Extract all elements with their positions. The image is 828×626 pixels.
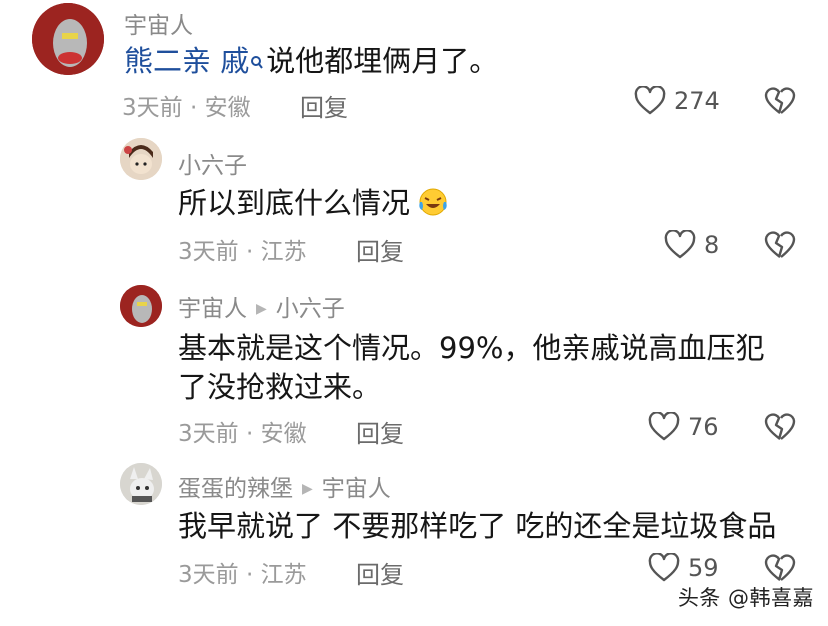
comment-meta: 3天前 · 江苏	[178, 239, 307, 265]
reply-button[interactable]: 回复	[356, 232, 404, 267]
comment-text: 我早就说了 不要那样吃了 吃的还全是垃圾食品	[178, 507, 776, 546]
dislike-button[interactable]	[764, 412, 796, 446]
like-count: 76	[688, 413, 719, 441]
heart-outline-icon	[648, 412, 680, 441]
watermark: 头条 @韩喜嘉	[677, 586, 814, 610]
reply-button[interactable]: 回复	[356, 555, 404, 590]
reply-button[interactable]: 回复	[356, 414, 404, 449]
dislike-button[interactable]	[764, 86, 796, 120]
like-count: 59	[688, 554, 719, 582]
comment-author: 宇宙人 ▶ 小六子	[178, 289, 345, 323]
mention-link[interactable]: 熊二亲 戚	[124, 44, 249, 78]
like-button[interactable]: 76	[648, 412, 719, 442]
comment-text: 所以到底什么情况	[178, 184, 450, 228]
comment-author-name[interactable]: 宇宙人	[178, 296, 247, 322]
comment-author-name[interactable]: 蛋蛋的辣堡	[178, 476, 293, 502]
broken-heart-icon	[764, 554, 796, 581]
comment-text-content: 所以到底什么情况	[178, 186, 411, 220]
reply-arrow-icon: ▶	[256, 301, 267, 317]
heart-outline-icon	[664, 230, 696, 259]
comment-meta: 3天前 · 安徽	[178, 421, 307, 447]
comment-text-content: 我早就说了 不要那样吃了 吃的还全是垃圾食品	[178, 509, 777, 543]
broken-heart-icon	[764, 231, 796, 258]
comment-author: 蛋蛋的辣堡 ▶ 宇宙人	[178, 469, 391, 503]
broken-heart-icon	[764, 87, 796, 114]
like-button[interactable]: 59	[648, 553, 719, 583]
heart-outline-icon	[648, 553, 680, 582]
avatar[interactable]	[120, 463, 162, 505]
comment-text: 基本就是这个情况。99%，他亲戚说高血压犯 了没抢救过来。	[178, 329, 764, 407]
avatar[interactable]	[120, 138, 162, 180]
like-count: 274	[674, 87, 720, 115]
comment-text-line: 了没抢救过来。	[178, 370, 382, 404]
comment-author[interactable]: 小六子	[178, 146, 247, 180]
broken-heart-icon	[764, 413, 796, 440]
like-count: 8	[704, 231, 720, 259]
comment-meta: 3天前 · 江苏	[178, 562, 307, 588]
reply-arrow-icon: ▶	[302, 481, 313, 497]
comment-meta: 3天前 · 安徽	[122, 95, 251, 121]
reply-to-name[interactable]: 宇宙人	[322, 476, 391, 502]
like-button[interactable]: 274	[634, 86, 720, 116]
comment-author[interactable]: 宇宙人	[124, 6, 193, 40]
like-button[interactable]: 8	[664, 230, 719, 260]
reply-to-name[interactable]: 小六子	[276, 296, 345, 322]
heart-outline-icon	[634, 86, 666, 115]
avatar[interactable]	[32, 3, 104, 75]
dislike-button[interactable]	[764, 230, 796, 264]
reply-button[interactable]: 回复	[300, 88, 348, 123]
comment-text: 熊二亲 戚说他都埋俩月了。	[124, 42, 498, 81]
laughing-tears-emoji-icon	[416, 186, 450, 228]
comment-text-line: 基本就是这个情况。99%，他亲戚说高血压犯	[178, 331, 765, 365]
comment-text-rest: 说他都埋俩月了。	[266, 44, 499, 78]
search-icon	[250, 42, 264, 81]
avatar[interactable]	[120, 285, 162, 327]
